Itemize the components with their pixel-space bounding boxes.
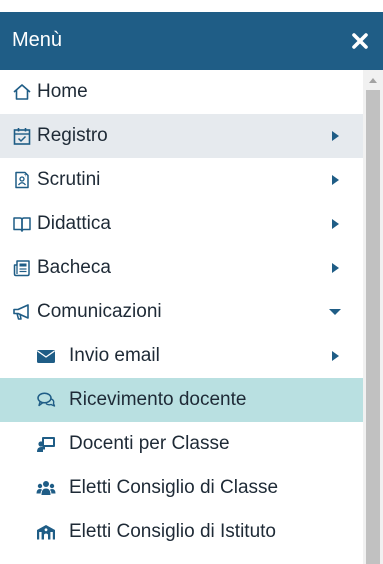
comments-icon: [37, 392, 56, 407]
users-icon: [36, 481, 56, 495]
menu-item-bacheca[interactable]: Bacheca: [0, 246, 363, 290]
menu-item-label: Eletti Consiglio di Istituto: [69, 521, 276, 542]
menu-item-ricevimento-docente[interactable]: Ricevimento docente: [0, 378, 363, 422]
school-icon: [37, 525, 55, 540]
menu-item-invio-email[interactable]: Invio email: [0, 334, 363, 378]
scrutini-icon: +: [15, 171, 29, 189]
menu-item-home[interactable]: Home: [0, 70, 363, 114]
menu-item-registro[interactable]: Registro: [0, 114, 363, 158]
menu-item-label: Comunicazioni: [37, 301, 162, 322]
menu-item-comunicazioni[interactable]: Comunicazioni: [0, 290, 363, 334]
menu-item-label: Invio email: [69, 345, 160, 366]
envelope-icon: [37, 350, 55, 363]
top-strip: [0, 0, 383, 12]
caret-right-icon: [332, 351, 339, 361]
menu-list: Home Registro + Scrutini Didattica Bache…: [0, 70, 363, 564]
menu-item-label: Registro: [37, 125, 108, 146]
caret-down-icon: [329, 309, 341, 315]
svg-text:+: +: [24, 173, 28, 179]
scrollbar-thumb[interactable]: [366, 90, 380, 564]
menu-item-label: Scrutini: [37, 169, 101, 190]
close-icon[interactable]: [349, 30, 371, 52]
menu-title: Menù: [12, 29, 63, 51]
caret-right-icon: [332, 219, 339, 229]
book-icon: [13, 217, 31, 232]
menu-item-label: Eletti Consiglio di Classe: [69, 477, 279, 498]
menu-item-label: Bacheca: [37, 257, 111, 278]
menu-item-scrutini[interactable]: + Scrutini: [0, 158, 363, 202]
caret-right-icon: [332, 263, 339, 273]
chalkboard-teacher-icon: [37, 437, 55, 452]
menu-item-label: Didattica: [37, 213, 111, 234]
side-menu-panel: Menù Home Registro + Scrutini Didattica …: [0, 0, 383, 564]
scrollbar[interactable]: [363, 70, 383, 564]
newspaper-icon: [13, 260, 30, 277]
calendar-check-icon: [13, 128, 31, 145]
menu-item-label: Ricevimento docente: [69, 389, 247, 410]
scroll-up-arrow-icon[interactable]: [368, 76, 378, 84]
menu-item-didattica[interactable]: Didattica: [0, 202, 363, 246]
caret-right-icon: [332, 131, 339, 141]
menu-item-eletti-consiglio-classe[interactable]: Eletti Consiglio di Classe: [0, 466, 363, 510]
megaphone-icon: [13, 304, 29, 320]
menu-header: Menù: [0, 12, 383, 70]
menu-item-label: Docenti per Classe: [69, 433, 230, 454]
menu-item-label: Home: [37, 81, 88, 102]
menu-item-eletti-consiglio-istituto[interactable]: Eletti Consiglio di Istituto: [0, 510, 363, 554]
menu-item-docenti-per-classe[interactable]: Docenti per Classe: [0, 422, 363, 466]
home-icon: [13, 84, 31, 100]
caret-right-icon: [332, 175, 339, 185]
